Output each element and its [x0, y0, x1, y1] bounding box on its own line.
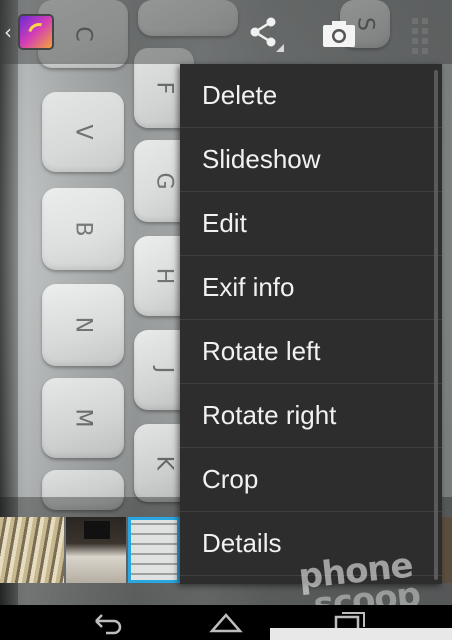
overflow-menu-icon[interactable]: [406, 16, 436, 56]
navigation-bar: [0, 605, 452, 640]
menu-item-edit[interactable]: Edit: [180, 192, 442, 256]
watermark-bar: [270, 628, 452, 640]
filmstrip-thumb[interactable]: [66, 517, 126, 583]
menu-item-exif-info[interactable]: Exif info: [180, 256, 442, 320]
camera-icon[interactable]: [320, 14, 358, 52]
menu-item-slideshow[interactable]: Slideshow: [180, 128, 442, 192]
back-caret-icon[interactable]: ‹: [4, 20, 12, 44]
menu-item-rotate-left[interactable]: Rotate left: [180, 320, 442, 384]
overflow-menu: Delete Slideshow Edit Exif info Rotate l…: [180, 64, 442, 584]
menu-scrollbar[interactable]: [434, 70, 438, 580]
gallery-app-icon[interactable]: [20, 16, 52, 48]
share-icon[interactable]: [244, 14, 284, 54]
filmstrip-thumb[interactable]: [0, 517, 64, 583]
menu-item-delete[interactable]: Delete: [180, 64, 442, 128]
menu-item-rotate-right[interactable]: Rotate right: [180, 384, 442, 448]
home-icon[interactable]: [206, 609, 246, 637]
menu-item-crop[interactable]: Crop: [180, 448, 442, 512]
action-bar: ‹: [0, 0, 452, 64]
filmstrip-thumb-selected[interactable]: [128, 517, 180, 583]
back-icon[interactable]: [88, 609, 128, 637]
